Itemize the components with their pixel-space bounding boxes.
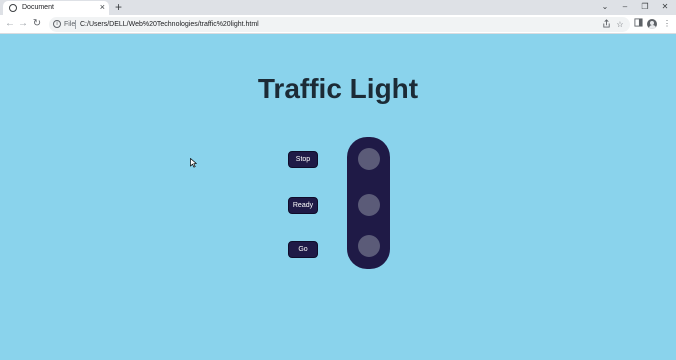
side-panel-icon[interactable]: [633, 18, 643, 31]
share-icon[interactable]: [601, 19, 611, 31]
url-text[interactable]: C:/Users/DELL/Web%20Technologies/traffic…: [80, 20, 259, 29]
minimize-button[interactable]: –: [618, 0, 632, 14]
yellow-lamp: [358, 194, 380, 216]
reload-button[interactable]: ↻: [31, 17, 43, 31]
close-window-button[interactable]: ✕: [658, 0, 672, 14]
stop-button[interactable]: Stop: [288, 151, 318, 168]
url-separator: [75, 20, 76, 29]
back-button[interactable]: ←: [4, 17, 16, 31]
browser-toolbar: ← → ↻ i File C:/Users/DELL/Web%20Technol…: [0, 15, 676, 34]
green-lamp: [358, 235, 380, 257]
globe-icon: [9, 4, 17, 12]
red-lamp: [358, 148, 380, 170]
maximize-button[interactable]: ❐: [638, 0, 652, 14]
tab-search-icon[interactable]: ⌄: [598, 0, 612, 14]
page-title: Traffic Light: [257, 73, 419, 104]
profile-avatar-icon[interactable]: [647, 19, 657, 29]
address-bar[interactable]: i File C:/Users/DELL/Web%20Technologies/…: [49, 17, 630, 32]
new-tab-button[interactable]: +: [115, 0, 122, 14]
info-icon[interactable]: i: [53, 20, 61, 28]
ready-button[interactable]: Ready: [288, 197, 318, 214]
forward-button[interactable]: →: [17, 17, 29, 31]
tab-document[interactable]: Document ×: [3, 1, 109, 15]
mouse-cursor-icon: [190, 158, 197, 168]
close-tab-icon[interactable]: ×: [100, 2, 105, 13]
star-icon[interactable]: ☆: [615, 19, 625, 30]
menu-icon[interactable]: ⋮: [662, 18, 672, 30]
tab-strip: Document × + ⌄ – ❐ ✕: [0, 0, 676, 15]
tab-title: Document: [22, 4, 54, 11]
go-button[interactable]: Go: [288, 241, 318, 258]
url-scheme: File: [64, 21, 76, 28]
traffic-light-housing: [347, 137, 390, 269]
